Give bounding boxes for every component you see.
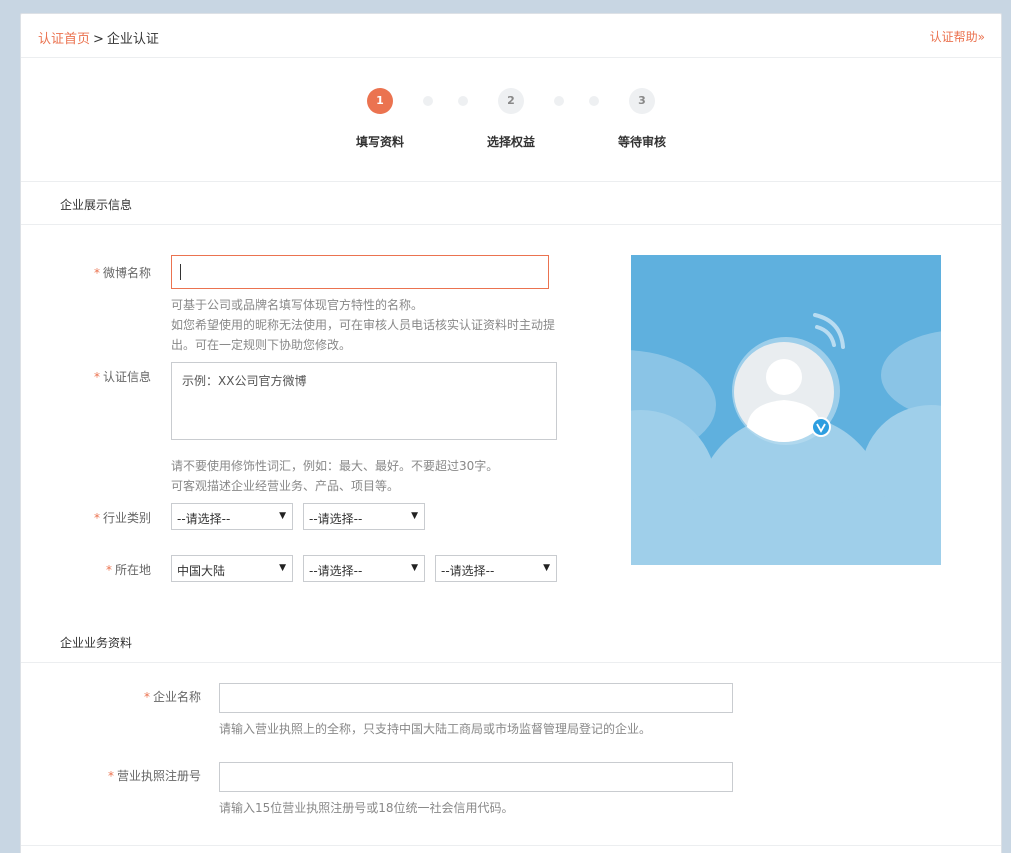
divider [21, 845, 1001, 846]
location-label: * 所在地 [105, 563, 151, 577]
triangle-down-icon: ▼ [279, 563, 286, 573]
verify-info-label: * 认证信息 [93, 370, 151, 384]
triangle-down-icon: ▼ [411, 511, 418, 521]
triangle-down-icon: ▼ [543, 563, 550, 573]
location-select-province[interactable]: --请选择-- ▼ [303, 555, 425, 582]
location-select-country[interactable]: 中国大陆 ▼ [171, 555, 293, 582]
step-1-label: 填写资料 [355, 135, 404, 149]
preview-illustration [631, 255, 941, 565]
verify-info-hint: 请不要使用修饰性词汇，例如：最大、最好。不要超过30字。 可客观描述企业经营业务… [171, 459, 499, 493]
top-bar: 认证首页 > 企业认证 认证帮助» [21, 14, 1001, 58]
industry-label: * 行业类别 [93, 511, 151, 525]
industry-select-1[interactable]: --请选择-- ▼ [171, 503, 293, 530]
section-display-info-header: 企业展示信息 [21, 182, 1001, 225]
breadcrumb-current: 企业认证 [106, 32, 159, 47]
step-3-circle: 3 [629, 88, 655, 114]
license-no-field[interactable] [220, 763, 732, 791]
step-3-label: 等待审核 [617, 135, 666, 149]
company-name-label: * 企业名称 [143, 690, 201, 704]
breadcrumb: 认证首页 > 企业认证 [38, 28, 159, 47]
license-no-label: * 营业执照注册号 [107, 769, 201, 783]
license-no-input[interactable] [219, 762, 733, 792]
weibo-name-field[interactable] [172, 256, 548, 288]
triangle-down-icon: ▼ [279, 511, 286, 521]
breadcrumb-separator: > [93, 32, 104, 47]
weibo-name-label: * 微博名称 [93, 266, 151, 280]
step-2-label: 选择权益 [486, 135, 535, 149]
step-dot [589, 96, 599, 106]
license-no-hint: 请输入15位营业执照注册号或18位统一社会信用代码。 [219, 801, 514, 815]
industry-select-2[interactable]: --请选择-- ▼ [303, 503, 425, 530]
section-business-info-header: 企业业务资料 [21, 620, 1001, 663]
step-2-circle: 2 [498, 88, 524, 114]
step-dot [423, 96, 433, 106]
help-link[interactable]: 认证帮助» [930, 28, 985, 45]
breadcrumb-home-link[interactable]: 认证首页 [38, 32, 90, 47]
company-name-field[interactable] [220, 684, 732, 712]
verify-info-textarea[interactable] [172, 363, 556, 439]
section-title: 企业展示信息 [60, 198, 133, 212]
verify-info-input[interactable] [171, 362, 557, 440]
main-card: 认证首页 > 企业认证 认证帮助» 1 2 3 填写资料 选择权益 等待审核 企业展… [20, 13, 1002, 853]
triangle-down-icon: ▼ [411, 563, 418, 573]
step-dot [554, 96, 564, 106]
company-name-hint: 请输入营业执照上的全称，只支持中国大陆工商局或市场监督管理局登记的企业。 [219, 722, 652, 736]
location-select-city[interactable]: --请选择-- ▼ [435, 555, 557, 582]
profile-preview [631, 255, 941, 565]
section-title: 企业业务资料 [60, 636, 133, 650]
weibo-name-input[interactable] [171, 255, 549, 289]
company-name-input[interactable] [219, 683, 733, 713]
weibo-name-hint: 可基于公司或品牌名填写体现官方特性的名称。 如您希望使用的昵称无法使用，可在审核… [171, 298, 556, 352]
step-dot [458, 96, 468, 106]
step-progress: 1 2 3 填写资料 选择权益 等待审核 [21, 58, 1001, 182]
text-caret [180, 264, 181, 280]
step-1-circle: 1 [367, 88, 393, 114]
